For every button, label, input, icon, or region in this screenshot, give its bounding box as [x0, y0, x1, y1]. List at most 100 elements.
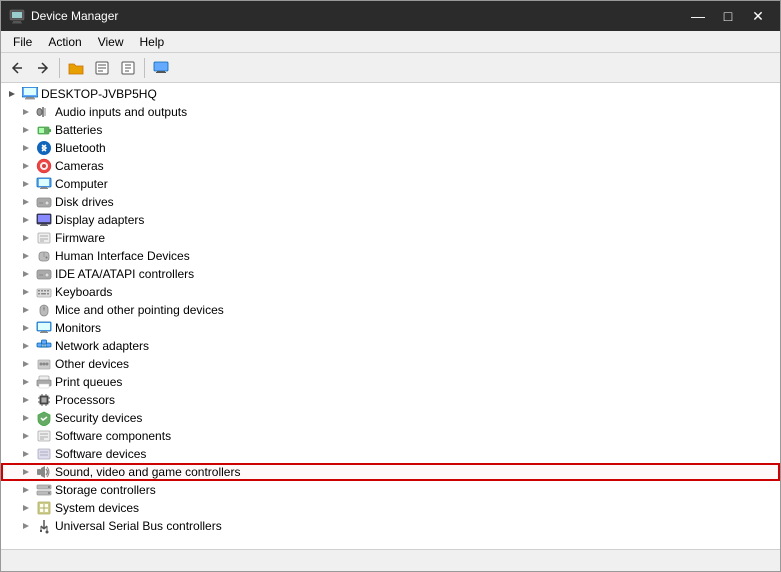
menu-help[interactable]: Help	[132, 33, 173, 51]
expand-icon-13[interactable]	[19, 339, 33, 353]
tree-row-20[interactable]: Sound, video and game controllers	[1, 463, 780, 481]
close-button[interactable]: ✕	[744, 6, 772, 26]
minimize-button[interactable]: —	[684, 6, 712, 26]
expand-icon-6[interactable]	[19, 213, 33, 227]
tree-row-6[interactable]: Display adapters	[1, 211, 780, 229]
tree-row-14[interactable]: Other devices	[1, 355, 780, 373]
expand-icon-21[interactable]	[19, 483, 33, 497]
tree-item-14: Other devices	[1, 355, 780, 373]
expand-icon-20[interactable]	[19, 465, 33, 479]
tree-item-12: Monitors	[1, 319, 780, 337]
forward-button[interactable]	[31, 56, 55, 80]
tree-item-21: Storage controllers	[1, 481, 780, 499]
tree-row-11[interactable]: Mice and other pointing devices	[1, 301, 780, 319]
label-5: Disk drives	[55, 195, 114, 209]
expand-icon-14[interactable]	[19, 357, 33, 371]
menu-action[interactable]: Action	[40, 33, 89, 51]
content-area[interactable]: DESKTOP-JVBP5HQ Audio inputs and outp	[1, 83, 780, 549]
expand-icon-18[interactable]	[19, 429, 33, 443]
toolbar-btn-5[interactable]	[116, 56, 140, 80]
tree-item-13: Network adapters	[1, 337, 780, 355]
tree-row-9[interactable]: IDE ATA/ATAPI controllers	[1, 265, 780, 283]
tree-item-18: Software components	[1, 427, 780, 445]
tree-row-16[interactable]: Processors	[1, 391, 780, 409]
expand-icon-15[interactable]	[19, 375, 33, 389]
tree-row-4[interactable]: Computer	[1, 175, 780, 193]
icon-display	[36, 212, 52, 228]
maximize-button[interactable]: □	[714, 6, 742, 26]
expand-icon-5[interactable]	[19, 195, 33, 209]
expand-icon-16[interactable]	[19, 393, 33, 407]
icon-system	[36, 500, 52, 516]
label-7: Firmware	[55, 231, 105, 245]
tree-row-22[interactable]: System devices	[1, 499, 780, 517]
expand-icon-22[interactable]	[19, 501, 33, 515]
menu-file[interactable]: File	[5, 33, 40, 51]
icon-disk	[36, 194, 52, 210]
back-button[interactable]	[5, 56, 29, 80]
icon-network	[36, 338, 52, 354]
menu-bar: File Action View Help	[1, 31, 780, 53]
device-tree: DESKTOP-JVBP5HQ Audio inputs and outp	[1, 85, 780, 535]
label-4: Computer	[55, 177, 108, 191]
tree-row-18[interactable]: Software components	[1, 427, 780, 445]
expand-icon-19[interactable]	[19, 447, 33, 461]
tree-row-23[interactable]: Universal Serial Bus controllers	[1, 517, 780, 535]
properties-button[interactable]	[90, 56, 114, 80]
tree-row-19[interactable]: Software devices	[1, 445, 780, 463]
tree-row-3[interactable]: Cameras	[1, 157, 780, 175]
expand-icon-2[interactable]	[19, 141, 33, 155]
label-1: Batteries	[55, 123, 102, 137]
tree-row-8[interactable]: Human Interface Devices	[1, 247, 780, 265]
toolbar-sep-2	[144, 58, 145, 78]
icon-mouse	[36, 302, 52, 318]
tree-row-15[interactable]: Print queues	[1, 373, 780, 391]
tree-item-8: Human Interface Devices	[1, 247, 780, 265]
icon-software-comp	[36, 428, 52, 444]
expand-icon-11[interactable]	[19, 303, 33, 317]
tree-item-15: Print queues	[1, 373, 780, 391]
tree-row-7[interactable]: Firmware	[1, 229, 780, 247]
expand-icon-4[interactable]	[19, 177, 33, 191]
icon-other	[36, 356, 52, 372]
tree-item-1: Batteries	[1, 121, 780, 139]
expand-icon-3[interactable]	[19, 159, 33, 173]
expand-icon-10[interactable]	[19, 285, 33, 299]
label-13: Network adapters	[55, 339, 149, 353]
tree-item-5: Disk drives	[1, 193, 780, 211]
tree-row-12[interactable]: Monitors	[1, 319, 780, 337]
tree-row-2[interactable]: Bluetooth	[1, 139, 780, 157]
icon-computer	[36, 176, 52, 192]
menu-view[interactable]: View	[90, 33, 132, 51]
tree-item-11: Mice and other pointing devices	[1, 301, 780, 319]
status-bar	[1, 549, 780, 571]
title-icon	[9, 8, 25, 24]
tree-item-20: Sound, video and game controllers	[1, 463, 780, 481]
expand-icon-0[interactable]	[19, 105, 33, 119]
expand-icon-9[interactable]	[19, 267, 33, 281]
tree-row-0[interactable]: Audio inputs and outputs	[1, 103, 780, 121]
tree-row-5[interactable]: Disk drives	[1, 193, 780, 211]
expand-icon-17[interactable]	[19, 411, 33, 425]
expand-icon-7[interactable]	[19, 231, 33, 245]
computer-button[interactable]	[149, 56, 173, 80]
tree-row-1[interactable]: Batteries	[1, 121, 780, 139]
label-23: Universal Serial Bus controllers	[55, 519, 222, 533]
expand-icon-23[interactable]	[19, 519, 33, 533]
tree-row-13[interactable]: Network adapters	[1, 337, 780, 355]
root-expand-icon[interactable]	[5, 87, 19, 101]
icon-monitor	[36, 320, 52, 336]
tree-row-17[interactable]: Security devices	[1, 409, 780, 427]
expand-icon-1[interactable]	[19, 123, 33, 137]
tree-row-21[interactable]: Storage controllers	[1, 481, 780, 499]
expand-icon-12[interactable]	[19, 321, 33, 335]
open-folder-button[interactable]	[64, 56, 88, 80]
root-row[interactable]: DESKTOP-JVBP5HQ	[1, 85, 780, 103]
tree-row-10[interactable]: Keyboards	[1, 283, 780, 301]
icon-battery	[36, 122, 52, 138]
label-20: Sound, video and game controllers	[55, 465, 240, 479]
label-18: Software components	[55, 429, 171, 443]
icon-audio	[36, 104, 52, 120]
icon-firmware	[36, 230, 52, 246]
expand-icon-8[interactable]	[19, 249, 33, 263]
